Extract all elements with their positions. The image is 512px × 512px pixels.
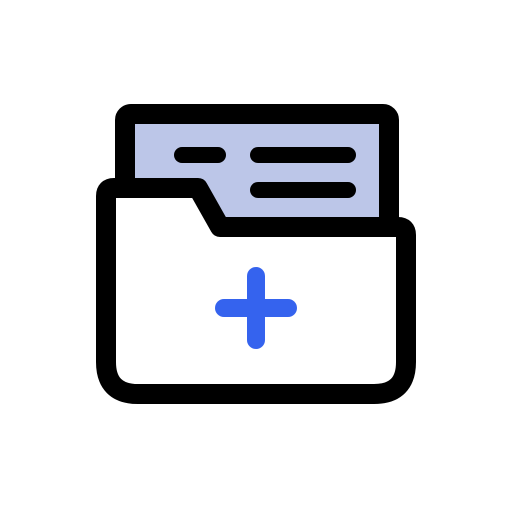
add-folder-icon: [96, 104, 416, 404]
icon-canvas: [0, 0, 512, 512]
